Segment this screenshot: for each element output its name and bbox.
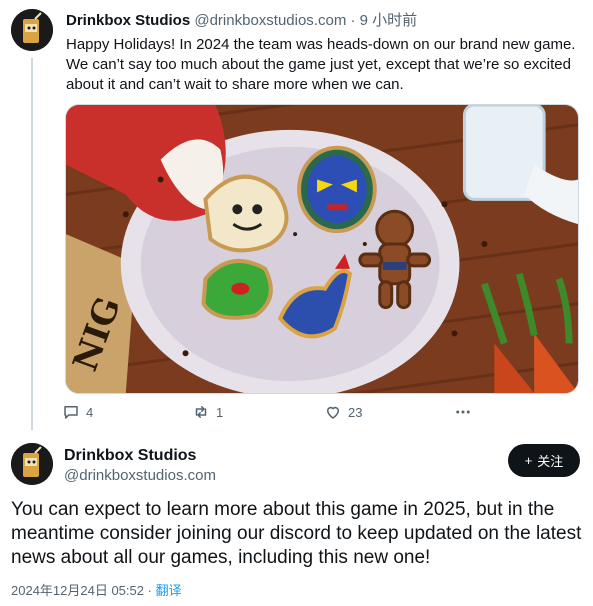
reply-count: 4 (86, 404, 94, 420)
separator: · (350, 12, 356, 29)
retweet-count: 1 (216, 404, 224, 420)
drinkbox-logo-icon (11, 9, 53, 51)
author-name[interactable]: Drinkbox Studios (64, 447, 196, 465)
retweet-button[interactable]: 1 (192, 403, 223, 421)
thread-connector-line (31, 58, 33, 430)
tweet-actions: 4 1 23 (62, 403, 482, 423)
more-button[interactable] (454, 403, 472, 421)
heart-icon (327, 406, 339, 419)
author-handle[interactable]: @drinkboxstudios.com (194, 12, 346, 29)
avatar[interactable] (11, 9, 53, 51)
follow-label: 关注 (537, 454, 564, 469)
tweet-time[interactable]: 9 小时前 (360, 12, 418, 29)
tweet-date[interactable]: 2024年12月24日 05:52 (11, 583, 144, 598)
author-handle[interactable]: @drinkboxstudios.com (64, 467, 216, 484)
like-count: 23 (348, 404, 363, 420)
drinkbox-logo-icon (11, 443, 53, 485)
avatar[interactable] (11, 443, 53, 485)
tweet-meta: 2024年12月24日 05:52 · 翻译 (11, 580, 182, 599)
more-icon (456, 410, 470, 414)
reply-button[interactable]: 4 (62, 403, 93, 421)
reply-icon (64, 406, 78, 419)
tweet-text: You can expect to learn more about this … (11, 499, 582, 568)
like-button[interactable]: 23 (324, 403, 362, 421)
cookies-plate-illustration: NIG (66, 105, 578, 393)
separator: · (147, 583, 152, 598)
retweet-icon (195, 406, 207, 418)
translate-link[interactable]: 翻译 (156, 583, 182, 598)
author-name[interactable]: Drinkbox Studios (66, 12, 190, 29)
plus-icon: + (524, 453, 533, 468)
tweet-image[interactable]: NIG (65, 104, 579, 394)
tweet-header: Drinkbox Studios @drinkboxstudios.com · … (66, 12, 417, 30)
tweet-text: Happy Holidays! In 2024 the team was hea… (66, 36, 576, 93)
follow-button[interactable]: + 关注 (508, 444, 580, 477)
